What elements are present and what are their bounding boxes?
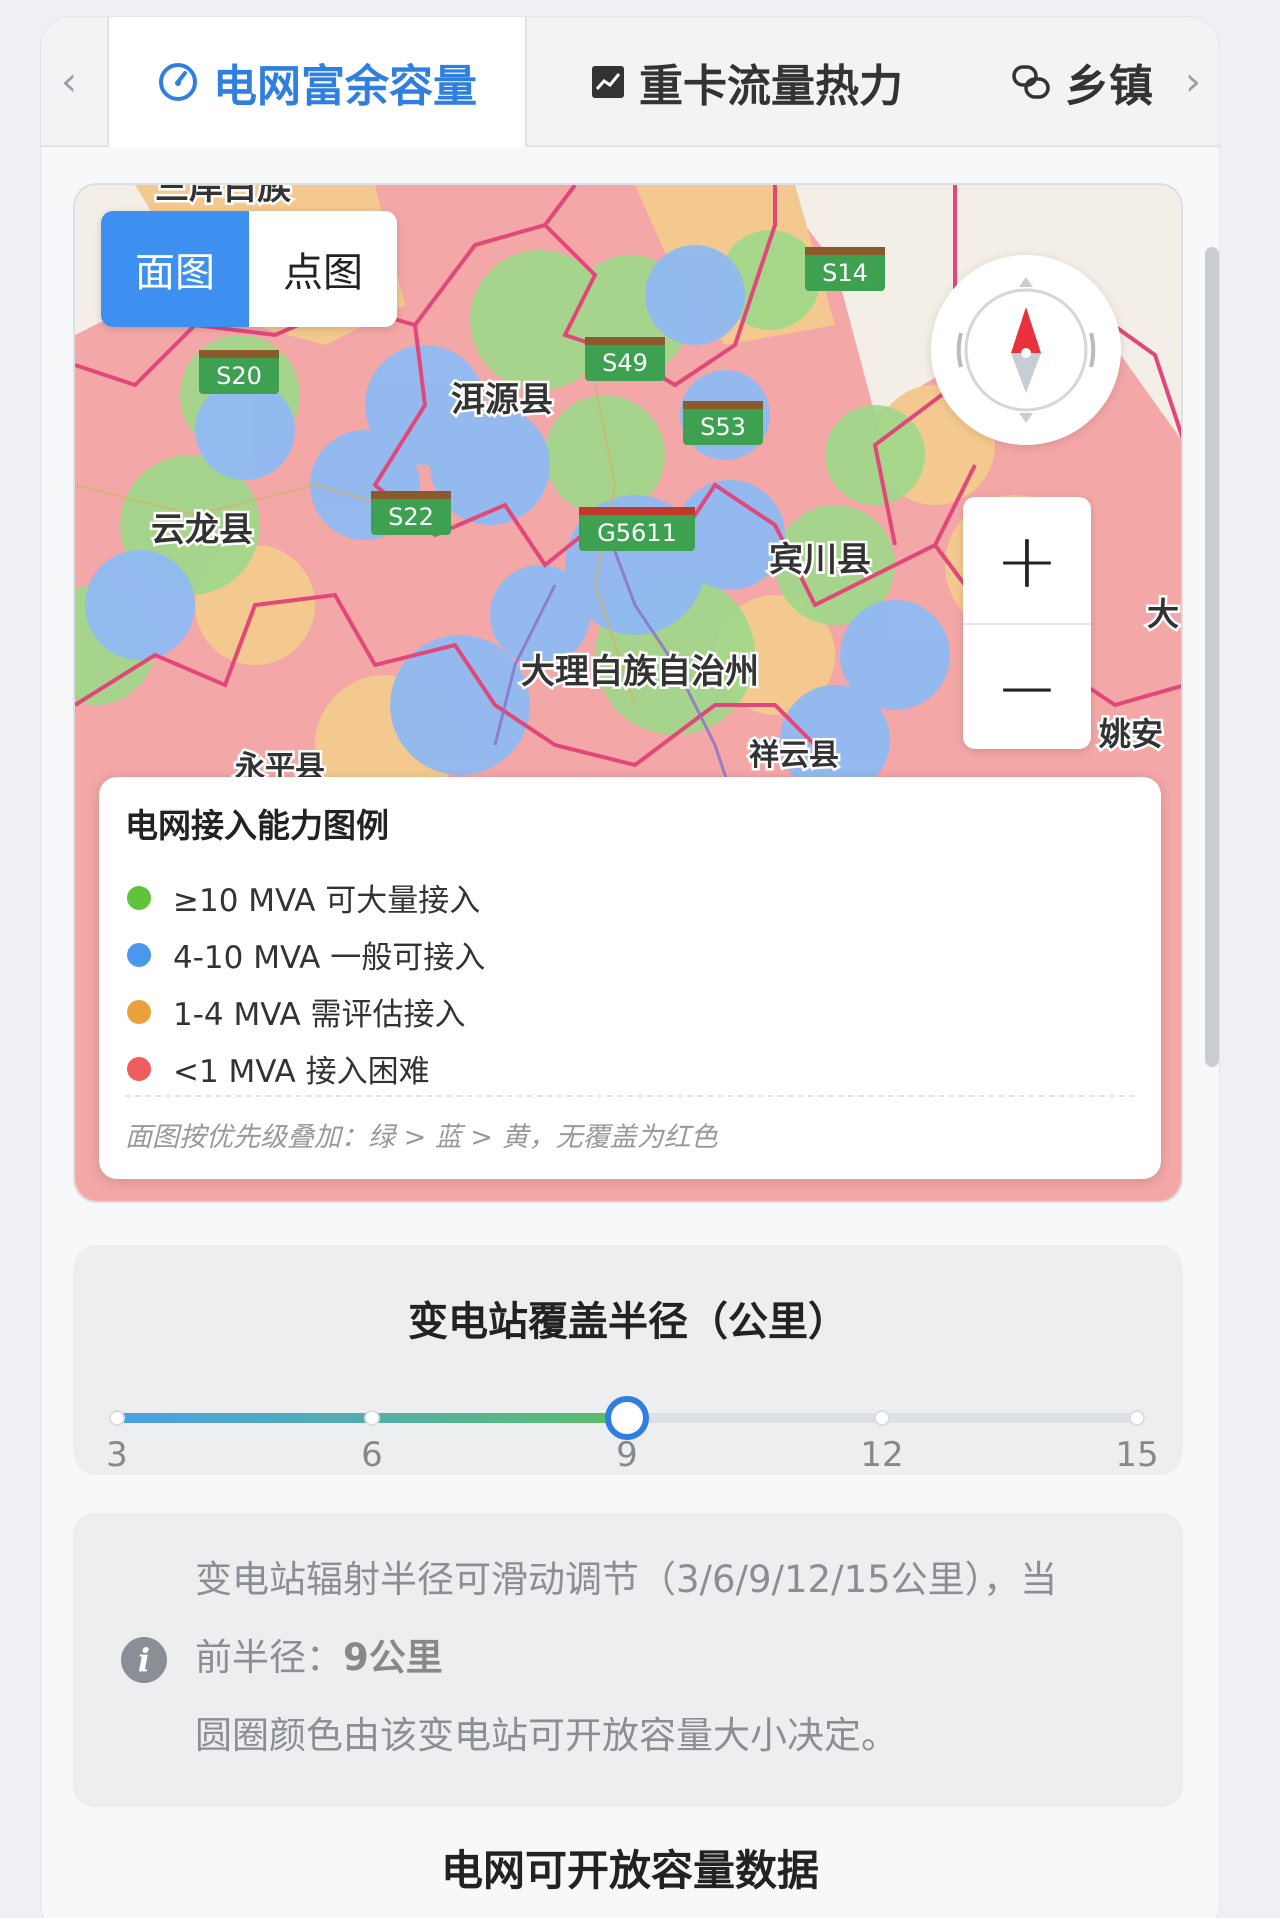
- chart-icon: [591, 65, 625, 99]
- slider-tick-label: 12: [860, 1435, 904, 1475]
- legend-item: ≥10 MVA 可大量接入: [125, 869, 1135, 926]
- scrollbar[interactable]: [1205, 247, 1219, 1067]
- tab-townships[interactable]: 乡镇: [1011, 17, 1153, 147]
- legend-dot-red: [127, 1056, 151, 1081]
- radius-slider[interactable]: [109, 1396, 1145, 1440]
- slider-tick-label: 6: [361, 1435, 383, 1475]
- place-label: 宾川县: [769, 540, 871, 580]
- slider-tick-dot[interactable]: [1129, 1410, 1145, 1426]
- legend-label: 1-4 MVA 需评估接入: [173, 997, 466, 1033]
- legend-label: ≥10 MVA 可大量接入: [173, 883, 481, 919]
- slider-tick-label: 3: [106, 1435, 128, 1475]
- place-label: 祥云县: [749, 738, 839, 773]
- tab-truck-heatmap[interactable]: 重卡流量热力: [591, 17, 903, 147]
- tab-bar: ‹ 电网富余容量 重卡流量热力 乡镇 ›: [41, 17, 1219, 147]
- place-label: 大: [1147, 595, 1179, 633]
- road-shield-s14: S14: [805, 247, 885, 291]
- place-label: 姚安: [1098, 715, 1163, 753]
- place-label: 云龙县: [151, 510, 253, 550]
- svg-text:S14: S14: [822, 259, 868, 287]
- legend-dot-blue: [127, 942, 151, 967]
- mode-point-button[interactable]: 点图: [249, 211, 397, 327]
- tab-scroll-left-icon[interactable]: ‹: [61, 59, 77, 105]
- tab-scroll-right-icon[interactable]: ›: [1185, 59, 1201, 105]
- road-shield-s53: S53: [683, 401, 763, 445]
- road-shield-g5611: G5611: [579, 507, 695, 551]
- svg-text:G5611: G5611: [597, 519, 677, 547]
- legend-label: 4-10 MVA 一般可接入: [173, 940, 486, 976]
- link-icon: [1011, 62, 1051, 102]
- zoom-control: + −: [963, 497, 1091, 749]
- svg-text:S20: S20: [216, 362, 262, 390]
- svg-text:S49: S49: [602, 349, 648, 377]
- road-shield-s22: S22: [371, 491, 451, 535]
- slider-tick-dot[interactable]: [874, 1410, 890, 1426]
- road-shield-s20: S20: [199, 350, 279, 394]
- main-card: ‹ 电网富余容量 重卡流量热力 乡镇 › S14 S20 S49 S53 S22…: [40, 16, 1220, 1918]
- tab-label: 重卡流量热力: [639, 61, 903, 112]
- place-label: 大理白族自治州: [521, 652, 759, 692]
- place-label: 洱源县: [451, 380, 553, 420]
- slider-tick-label: 9: [616, 1435, 638, 1475]
- map-legend: 电网接入能力图例 ≥10 MVA 可大量接入 4-10 MVA 一般可接入 1-…: [99, 777, 1161, 1179]
- slider-tick-dot[interactable]: [364, 1410, 380, 1426]
- legend-dot-green: [127, 885, 151, 910]
- place-label: 三岸白族: [155, 185, 291, 208]
- section-title: 电网可开放容量数据: [440, 1846, 819, 1895]
- legend-title: 电网接入能力图例: [125, 806, 389, 845]
- tab-label: 电网富余容量: [213, 61, 477, 112]
- tab-grid-capacity[interactable]: 电网富余容量: [107, 17, 527, 147]
- info-icon: i: [121, 1637, 167, 1683]
- map-mode-toggle[interactable]: 面图 点图: [101, 211, 397, 327]
- svg-text:S22: S22: [388, 503, 434, 531]
- legend-label: <1 MVA 接入困难: [173, 1054, 430, 1090]
- svg-text:S53: S53: [700, 413, 746, 441]
- slider-title: 变电站覆盖半径（公里）: [408, 1299, 848, 1345]
- tab-label: 乡镇: [1065, 61, 1153, 112]
- slider-thumb[interactable]: [605, 1396, 649, 1440]
- zoom-out-button[interactable]: −: [963, 623, 1091, 749]
- compass-icon[interactable]: [931, 255, 1121, 445]
- info-box: i 变电站辐射半径可滑动调节（3/6/9/12/15公里），当 前半径：9公里 …: [73, 1513, 1183, 1807]
- slider-tick-label: 15: [1115, 1435, 1159, 1475]
- slider-tick-dot[interactable]: [109, 1410, 125, 1426]
- zoom-in-button[interactable]: +: [963, 497, 1091, 623]
- current-radius-value: 9公里: [343, 1636, 443, 1679]
- legend-item: <1 MVA 接入困难: [125, 1040, 1135, 1097]
- legend-item: 1-4 MVA 需评估接入: [125, 983, 1135, 1040]
- legend-item: 4-10 MVA 一般可接入: [125, 926, 1135, 983]
- info-line: 圆圈颜色由该变电站可开放容量大小决定。: [195, 1714, 898, 1757]
- road-shield-s49: S49: [585, 337, 665, 381]
- legend-note: 面图按优先级叠加：绿 > 蓝 > 黄，无覆盖为红色: [125, 1095, 1135, 1154]
- map-view[interactable]: S14 S20 S49 S53 S22 G5611 三岸白族 洱源县 云龙县 宾…: [73, 183, 1183, 1203]
- gauge-icon: [157, 61, 199, 103]
- mode-area-button[interactable]: 面图: [101, 211, 249, 327]
- legend-dot-orange: [127, 999, 151, 1024]
- info-text: 变电站辐射半径可滑动调节（3/6/9/12/15公里），当 前半径：9公里 圆圈…: [195, 1541, 1115, 1775]
- info-line: 前半径：9公里: [195, 1636, 443, 1679]
- info-line: 变电站辐射半径可滑动调节（3/6/9/12/15公里），当: [195, 1558, 1058, 1601]
